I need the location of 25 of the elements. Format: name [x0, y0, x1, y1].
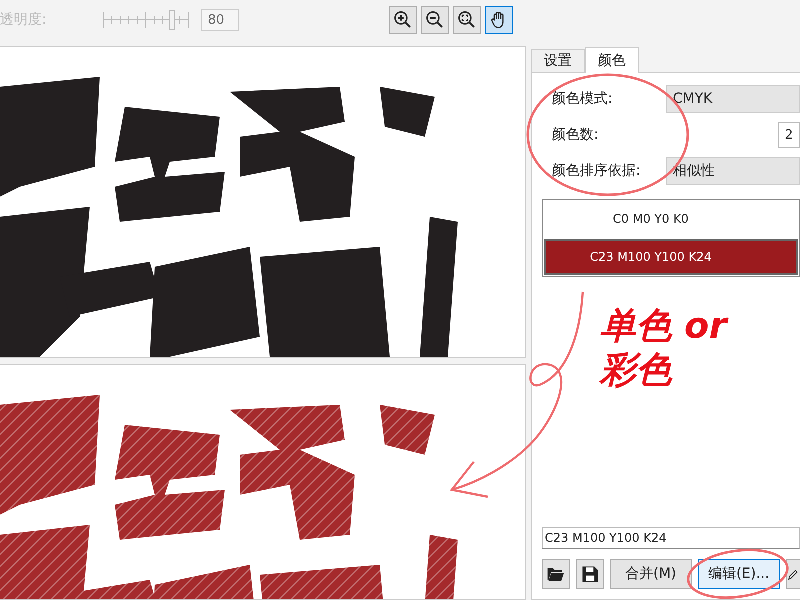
pencil-icon: [788, 568, 800, 580]
color-swatch[interactable]: C23 M100 Y100 K24: [544, 239, 798, 275]
number-field[interactable]: 2: [778, 122, 800, 148]
zoom-in-button[interactable]: [389, 6, 417, 34]
field-label: 颜色排序依据:: [551, 162, 642, 180]
tab[interactable]: 颜色: [585, 47, 639, 73]
button[interactable]: 编辑(E)...: [698, 559, 780, 589]
zoom-out-icon: [425, 10, 445, 30]
zoom-out-button[interactable]: [421, 6, 449, 34]
color-name-field[interactable]: C23 M100 Y100 K24: [542, 527, 800, 549]
zoom-fit-icon: [457, 10, 477, 30]
tab[interactable]: 设置: [531, 49, 585, 72]
transparency-slider[interactable]: [103, 8, 189, 32]
open-button[interactable]: [542, 559, 570, 589]
pan-button[interactable]: [485, 6, 513, 34]
transparency-label: 透明度:: [0, 11, 48, 29]
pen-button[interactable]: [786, 559, 800, 589]
field-label: 颜色数:: [551, 126, 600, 144]
zoom-in-icon: [393, 10, 413, 30]
field-label: 颜色模式:: [551, 90, 614, 108]
button[interactable]: 合并(M): [610, 559, 692, 589]
save-button[interactable]: [576, 559, 604, 589]
handwritten-note: 单色 or 彩色: [600, 305, 728, 393]
dropdown[interactable]: CMYK: [666, 85, 800, 113]
zoom-fit-button[interactable]: [453, 6, 481, 34]
